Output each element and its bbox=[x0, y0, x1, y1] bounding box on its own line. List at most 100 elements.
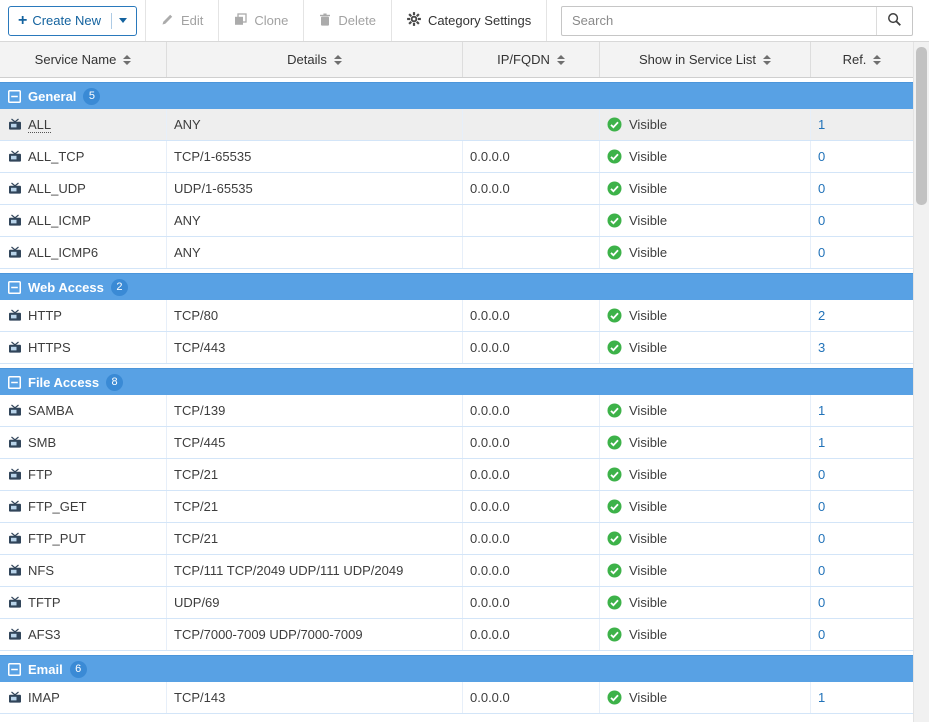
edit-button[interactable]: Edit bbox=[146, 0, 218, 41]
service-ip: 0.0.0.0 bbox=[463, 173, 600, 204]
ref-link[interactable]: 0 bbox=[818, 627, 825, 642]
visibility-label: Visible bbox=[629, 308, 667, 323]
service-name-cell: FTP bbox=[0, 459, 167, 490]
table-row[interactable]: ALL_UDP UDP/1-65535 0.0.0.0 Visible 0 bbox=[0, 173, 913, 205]
ref-link[interactable]: 1 bbox=[818, 117, 825, 132]
service-icon bbox=[8, 341, 22, 355]
column-label: Service Name bbox=[35, 52, 117, 67]
search-icon bbox=[887, 12, 902, 30]
category-count-badge: 6 bbox=[70, 661, 87, 678]
service-ip bbox=[463, 237, 600, 268]
table-row[interactable]: ALL_ICMP ANY Visible 0 bbox=[0, 205, 913, 237]
check-circle-icon bbox=[607, 627, 622, 642]
service-name-cell: ALL_ICMP6 bbox=[0, 237, 167, 268]
ref-cell: 0 bbox=[811, 587, 913, 618]
ref-link[interactable]: 0 bbox=[818, 149, 825, 164]
table-row[interactable]: NFS TCP/111 TCP/2049 UDP/111 UDP/2049 0.… bbox=[0, 555, 913, 587]
ref-link[interactable]: 0 bbox=[818, 181, 825, 196]
ref-link[interactable]: 0 bbox=[818, 563, 825, 578]
table-row[interactable]: AFS3 TCP/7000-7009 UDP/7000-7009 0.0.0.0… bbox=[0, 619, 913, 651]
ref-link[interactable]: 0 bbox=[818, 467, 825, 482]
table-row[interactable]: IMAP TCP/143 0.0.0.0 Visible 1 bbox=[0, 682, 913, 714]
visibility-label: Visible bbox=[629, 149, 667, 164]
search-button[interactable] bbox=[876, 7, 912, 35]
table-row[interactable]: FTP_PUT TCP/21 0.0.0.0 Visible 0 bbox=[0, 523, 913, 555]
service-name: SAMBA bbox=[28, 403, 74, 418]
service-details: UDP/1-65535 bbox=[167, 173, 463, 204]
column-header-details[interactable]: Details bbox=[167, 42, 463, 77]
service-details: TCP/111 TCP/2049 UDP/111 UDP/2049 bbox=[167, 555, 463, 586]
service-icon bbox=[8, 436, 22, 450]
category-header[interactable]: File Access 8 bbox=[0, 368, 913, 395]
collapse-minus-icon[interactable] bbox=[8, 663, 21, 676]
category-count-badge: 2 bbox=[111, 279, 128, 296]
category-header[interactable]: General 5 bbox=[0, 82, 913, 109]
trash-icon bbox=[319, 13, 331, 29]
service-name-cell: SMB bbox=[0, 427, 167, 458]
table-row[interactable]: HTTPS TCP/443 0.0.0.0 Visible 3 bbox=[0, 332, 913, 364]
scrollbar-thumb[interactable] bbox=[916, 47, 927, 205]
service-ip bbox=[463, 205, 600, 236]
table-row[interactable]: ALL ANY Visible 1 bbox=[0, 109, 913, 141]
service-icon bbox=[8, 468, 22, 482]
service-name: FTP_PUT bbox=[28, 531, 86, 546]
collapse-minus-icon[interactable] bbox=[8, 376, 21, 389]
ref-link[interactable]: 0 bbox=[818, 531, 825, 546]
table-row[interactable]: TFTP UDP/69 0.0.0.0 Visible 0 bbox=[0, 587, 913, 619]
ref-cell: 0 bbox=[811, 237, 913, 268]
category-settings-label: Category Settings bbox=[428, 13, 531, 28]
column-header-ip-fqdn[interactable]: IP/FQDN bbox=[463, 42, 600, 77]
category-header[interactable]: Email 6 bbox=[0, 655, 913, 682]
table-row[interactable]: FTP TCP/21 0.0.0.0 Visible 0 bbox=[0, 459, 913, 491]
ref-link[interactable]: 1 bbox=[818, 690, 825, 705]
service-name: ALL bbox=[28, 117, 51, 133]
clone-icon bbox=[234, 13, 247, 29]
visibility-label: Visible bbox=[629, 213, 667, 228]
visibility-label: Visible bbox=[629, 181, 667, 196]
service-name-cell: AFS3 bbox=[0, 619, 167, 650]
service-name: ALL_UDP bbox=[28, 181, 86, 196]
table-row[interactable]: SMB TCP/445 0.0.0.0 Visible 1 bbox=[0, 427, 913, 459]
table-row[interactable]: FTP_GET TCP/21 0.0.0.0 Visible 0 bbox=[0, 491, 913, 523]
collapse-minus-icon[interactable] bbox=[8, 90, 21, 103]
table-row[interactable]: HTTP TCP/80 0.0.0.0 Visible 2 bbox=[0, 300, 913, 332]
ref-link[interactable]: 1 bbox=[818, 403, 825, 418]
sort-icon bbox=[334, 55, 342, 65]
column-header-show-in-service-list[interactable]: Show in Service List bbox=[600, 42, 811, 77]
service-name: HTTPS bbox=[28, 340, 71, 355]
vertical-scrollbar[interactable] bbox=[913, 42, 929, 722]
ref-cell: 1 bbox=[811, 682, 913, 713]
category-header[interactable]: Web Access 2 bbox=[0, 273, 913, 300]
visibility-label: Visible bbox=[629, 245, 667, 260]
create-new-button[interactable]: + Create New bbox=[8, 6, 137, 36]
plus-icon: + bbox=[18, 13, 27, 29]
service-name-cell: ALL_ICMP bbox=[0, 205, 167, 236]
ref-link[interactable]: 0 bbox=[818, 595, 825, 610]
visibility-cell: Visible bbox=[600, 555, 811, 586]
ref-cell: 3 bbox=[811, 332, 913, 363]
clone-button[interactable]: Clone bbox=[219, 0, 303, 41]
service-details: TCP/443 bbox=[167, 332, 463, 363]
column-header-ref[interactable]: Ref. bbox=[811, 42, 913, 77]
ref-link[interactable]: 2 bbox=[818, 308, 825, 323]
ref-link[interactable]: 0 bbox=[818, 499, 825, 514]
delete-button[interactable]: Delete bbox=[304, 0, 391, 41]
table-row[interactable]: SAMBA TCP/139 0.0.0.0 Visible 1 bbox=[0, 395, 913, 427]
search-input[interactable] bbox=[562, 13, 876, 28]
ref-link[interactable]: 3 bbox=[818, 340, 825, 355]
visibility-cell: Visible bbox=[600, 395, 811, 426]
collapse-minus-icon[interactable] bbox=[8, 281, 21, 294]
ref-link[interactable]: 0 bbox=[818, 245, 825, 260]
service-details: ANY bbox=[167, 109, 463, 140]
service-name: ALL_TCP bbox=[28, 149, 84, 164]
category-settings-button[interactable]: Category Settings bbox=[392, 0, 546, 41]
ref-link[interactable]: 0 bbox=[818, 213, 825, 228]
column-header-service-name[interactable]: Service Name bbox=[0, 42, 167, 77]
ref-link[interactable]: 1 bbox=[818, 435, 825, 450]
table-row[interactable]: ALL_TCP TCP/1-65535 0.0.0.0 Visible 0 bbox=[0, 141, 913, 173]
visibility-label: Visible bbox=[629, 435, 667, 450]
visibility-label: Visible bbox=[629, 690, 667, 705]
service-icon bbox=[8, 596, 22, 610]
gear-icon bbox=[407, 12, 421, 29]
table-row[interactable]: ALL_ICMP6 ANY Visible 0 bbox=[0, 237, 913, 269]
